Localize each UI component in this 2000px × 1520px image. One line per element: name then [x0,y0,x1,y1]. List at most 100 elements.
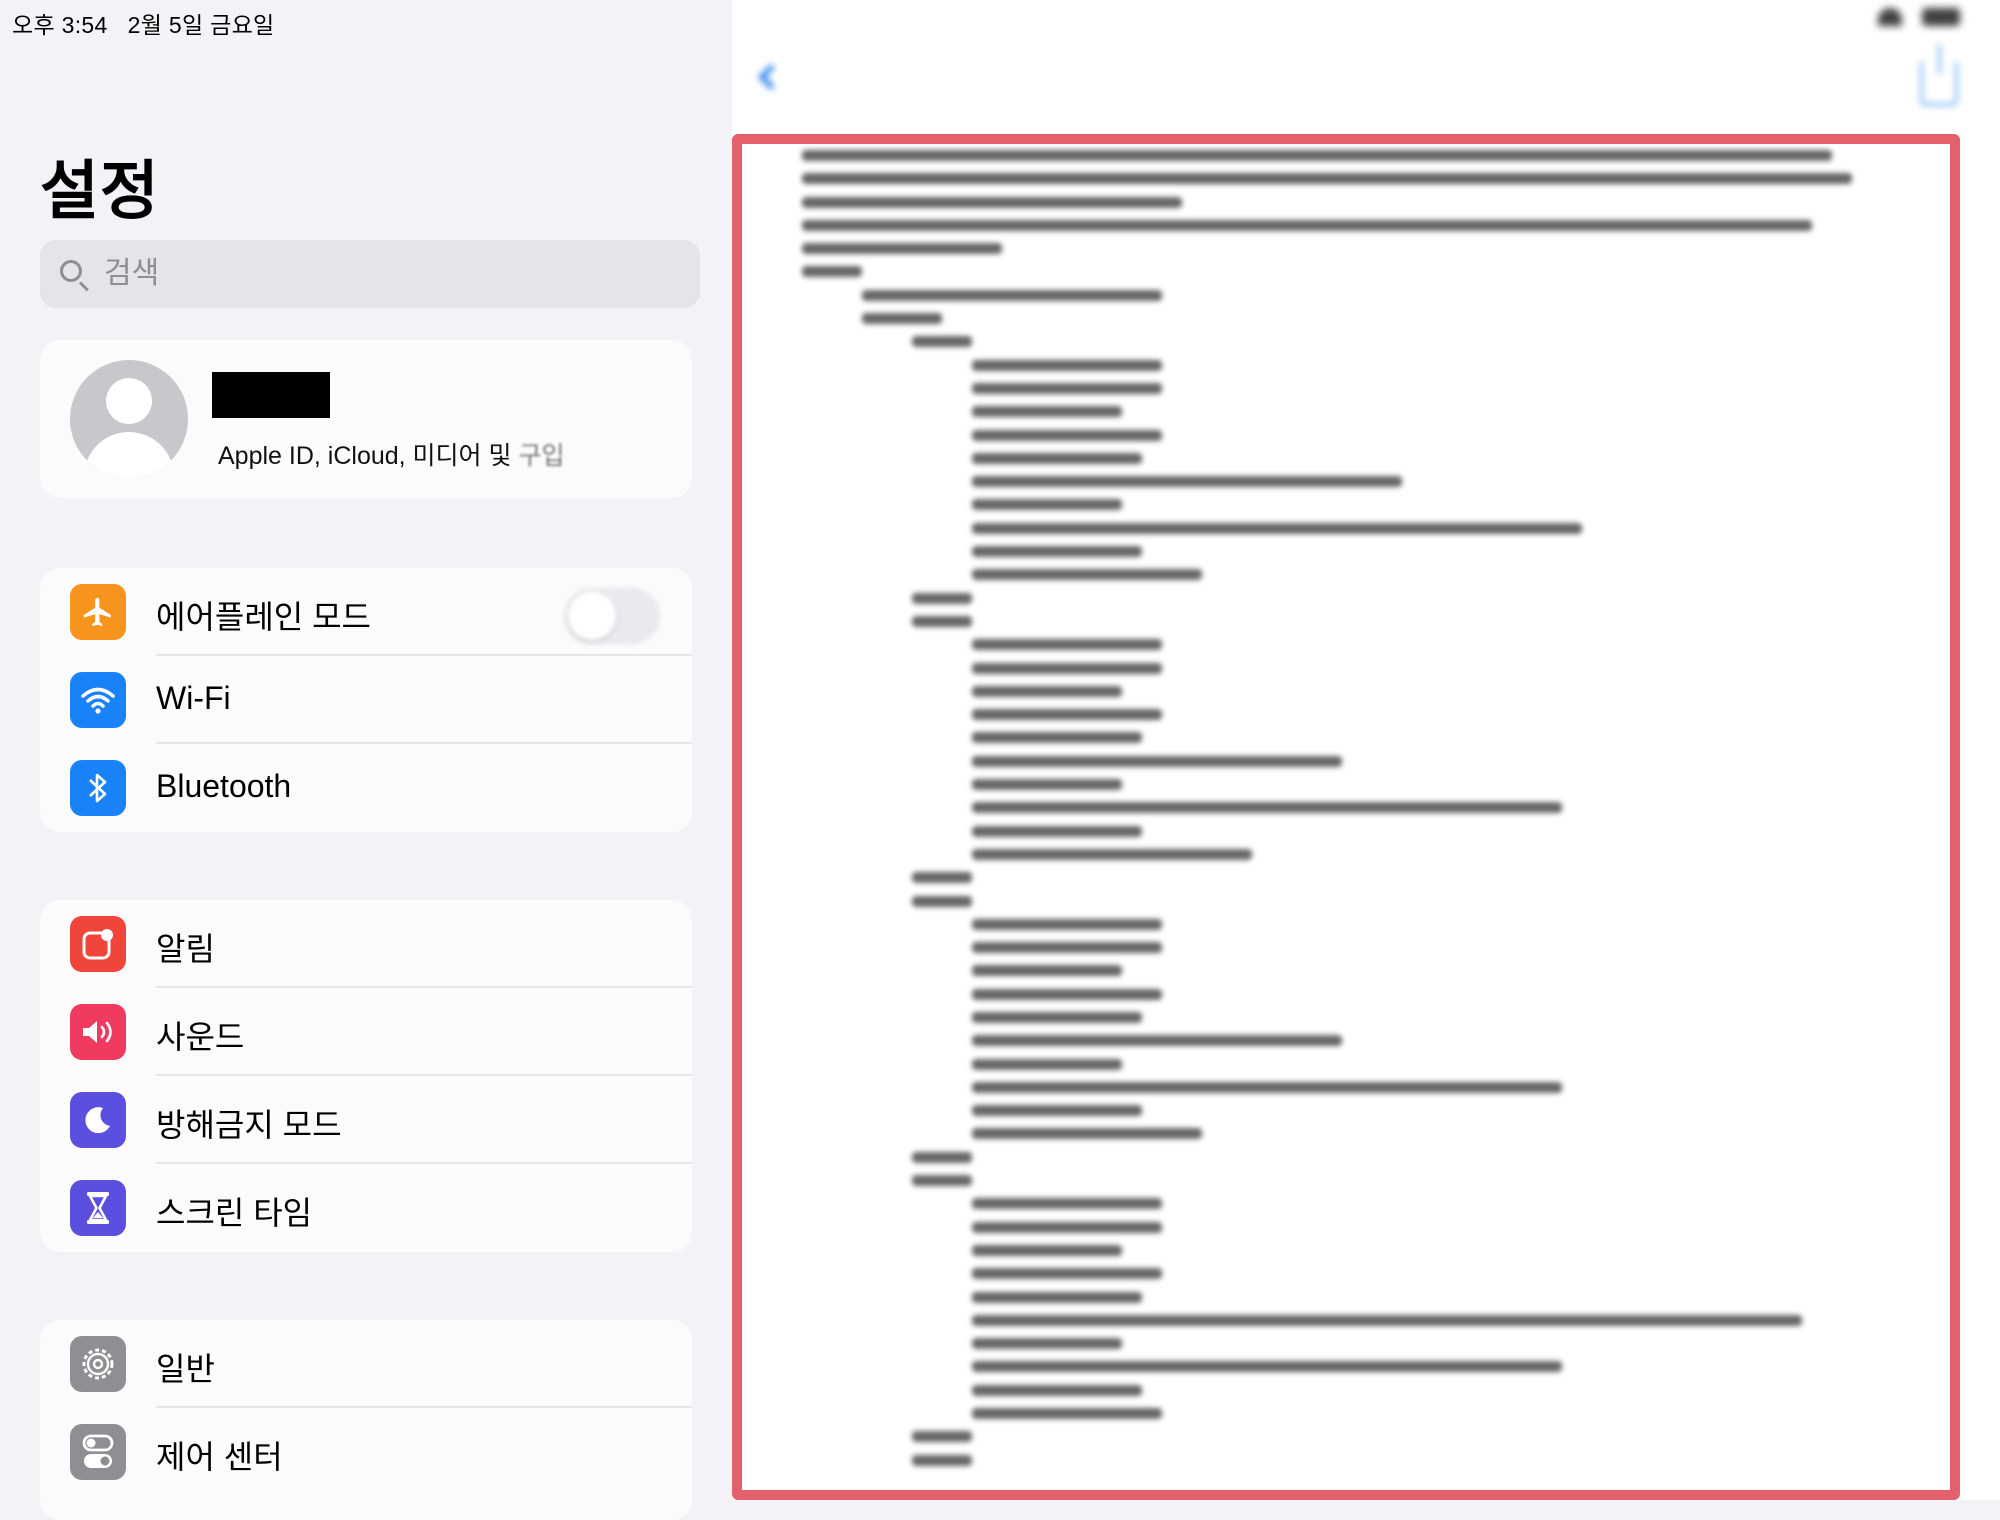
wifi-status-icon [1878,8,1902,26]
blurred-text-line [972,429,1162,441]
search-input[interactable] [102,256,662,292]
sidebar-item-wifi[interactable]: Wi-Fi [40,656,692,744]
sidebar-item-screen-time[interactable]: 스크린 타임 [40,1164,692,1252]
blurred-text-line [972,1221,1162,1233]
page-title: 설정 [40,155,160,227]
profile-subtitle: Apple ID, iCloud, 미디어 및 구입 [218,436,564,472]
status-bar: 오후 3:54 2월 5일 금요일 [0,0,2000,40]
back-button[interactable] [758,64,788,90]
blurred-text-line [912,615,972,627]
detail-nav-bar [732,40,2000,130]
profile-subtitle-text: Apple ID, iCloud, 미디어 및 [218,442,519,470]
blurred-text-line [972,359,1162,371]
sidebar-item-label: 스크린 타임 [156,1195,313,1231]
sidebar-item-notifications[interactable]: 알림 [40,900,692,988]
blurred-text-line [972,1011,1142,1023]
sidebar-item-control-center[interactable]: 제어 센터 [40,1408,692,1496]
blurred-text-line [862,289,1162,301]
airplane-mode-toggle[interactable] [564,588,660,644]
blurred-text-line [802,243,1002,255]
blurred-text-line [912,895,972,907]
notifications-icon [70,916,126,972]
hourglass-icon [70,1180,126,1236]
sidebar-item-label: Bluetooth [156,768,292,804]
battery-icon [1922,8,1960,26]
blurred-text-line [972,1058,1122,1070]
search-icon [54,254,94,294]
blurred-text-line [972,709,1162,721]
gear-icon [70,1336,126,1392]
bluetooth-icon [70,760,126,816]
apple-id-profile-row[interactable]: Apple ID, iCloud, 미디어 및 구입 [40,340,692,498]
blurred-text-line [972,406,1122,418]
blurred-text-line [972,1198,1162,1210]
speaker-icon [70,1004,126,1060]
blurred-document-content [802,150,1932,1500]
blurred-text-line [802,173,1852,185]
blurred-text-line [972,755,1342,767]
blurred-text-line [972,1361,1562,1373]
blurred-text-line [802,196,1182,208]
redacted-user-name [212,372,330,418]
blurred-text-line [972,639,1162,651]
general-group: 일반 제어 센터 [40,1320,692,1520]
blurred-text-line [972,452,1142,464]
blurred-text-line [972,382,1162,394]
document-detail-pane [732,0,2000,1500]
moon-icon [70,1092,126,1148]
blurred-text-line [972,732,1142,744]
blurred-text-line [802,266,862,278]
blurred-text-line [912,1454,972,1466]
blurred-text-line [972,779,1122,791]
sidebar-item-label: 일반 [156,1351,215,1387]
profile-subtitle-fade: 구입 [518,442,565,470]
blurred-text-line [972,569,1202,581]
blurred-text-line [912,592,972,604]
sidebar-item-do-not-disturb[interactable]: 방해금지 모드 [40,1076,692,1164]
blurred-text-line [972,499,1122,511]
blurred-text-line [912,872,972,884]
blurred-text-line [972,848,1252,860]
blurred-text-line [972,1408,1162,1420]
blurred-text-line [912,1151,972,1163]
blurred-text-line [912,336,972,348]
notifications-group: 알림 사운드 방해금지 모드 스크린 타임 [40,900,692,1252]
status-time: 오후 3:54 2월 5일 금요일 [12,12,275,38]
blurred-text-line [972,546,1142,558]
blurred-text-line [972,1081,1562,1093]
blurred-text-line [972,1291,1142,1303]
blurred-text-line [912,1431,972,1443]
sidebar-item-general[interactable]: 일반 [40,1320,692,1408]
blurred-text-line [802,150,1832,161]
sidebar-item-label: 사운드 [156,1019,245,1055]
settings-sidebar: 설정 Apple ID, iCloud, 미디어 및 구입 에어플레인 모드 [0,0,732,1520]
airplane-icon [70,584,126,640]
blurred-text-line [972,942,1162,954]
status-indicators [1878,8,1960,26]
blurred-text-line [802,219,1812,231]
blurred-text-line [972,1314,1802,1326]
blurred-text-line [972,1268,1162,1280]
sidebar-item-sound[interactable]: 사운드 [40,988,692,1076]
blurred-text-line [972,802,1562,814]
blurred-text-line [972,1105,1142,1117]
blurred-text-line [972,988,1162,1000]
sidebar-item-airplane-mode[interactable]: 에어플레인 모드 [40,568,692,656]
blurred-text-line [972,685,1122,697]
sidebar-item-label: 알림 [156,931,215,967]
blurred-text-line [972,1244,1122,1256]
sidebar-item-label: 제어 센터 [156,1439,283,1475]
share-icon[interactable] [1920,44,1958,106]
sidebar-item-bluetooth[interactable]: Bluetooth [40,744,692,832]
wifi-icon [70,672,126,728]
blurred-text-line [972,1384,1142,1396]
blurred-text-line [972,1128,1202,1140]
sidebar-item-label: 방해금지 모드 [156,1107,342,1143]
blurred-text-line [972,825,1142,837]
connectivity-group: 에어플레인 모드 Wi-Fi Bluetooth [40,568,692,832]
blurred-text-line [972,1338,1122,1350]
blurred-text-line [972,522,1582,534]
blurred-text-line [972,1035,1342,1047]
search-bar[interactable] [40,240,700,308]
blurred-text-line [972,662,1162,674]
